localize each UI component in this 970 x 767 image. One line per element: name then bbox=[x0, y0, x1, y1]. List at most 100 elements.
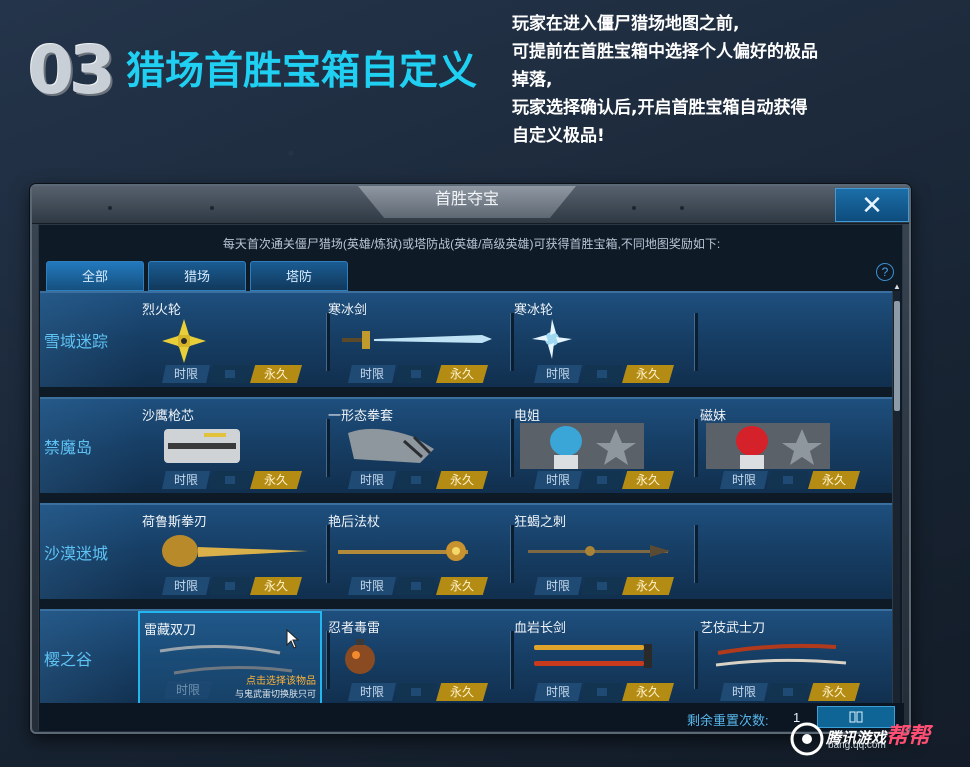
reward-item[interactable]: 寒冰剑 时限 永久 bbox=[324, 293, 508, 387]
intro-text: 每天首次通关僵尸猎场(英雄/炼狱)或塔防战(英雄/高级英雄)可获得首胜宝箱,不同… bbox=[222, 237, 721, 251]
dialog-title: 首胜夺宝 bbox=[358, 186, 576, 218]
help-icon[interactable]: ? bbox=[876, 263, 894, 281]
map-name: 沙漠迷城 bbox=[40, 505, 144, 599]
puzzle-icon bbox=[582, 577, 622, 595]
reward-item[interactable]: 寒冰轮 时限 永久 bbox=[510, 293, 694, 387]
reward-item[interactable]: 电姐 时限 永久 bbox=[510, 399, 694, 493]
divider bbox=[694, 525, 698, 583]
reward-list: 雪域迷踪 烈火轮 时限 永久 寒冰剑 时限 永久 寒冰轮 时限 永久 禁魔岛 沙… bbox=[40, 291, 892, 703]
item-name: 一形态拳套 bbox=[328, 408, 394, 423]
description-line: 玩家在进入僵尸猎场地图之前, bbox=[512, 14, 740, 34]
tag-permanent[interactable]: 永久 bbox=[250, 365, 302, 383]
dialog-footer: 剩余重置次数: 1 bbox=[39, 703, 904, 731]
item-name: 荷鲁斯拳刃 bbox=[142, 514, 208, 529]
selection-note: 与鬼武雷切换肤只可 bbox=[234, 689, 316, 699]
scroll-up-icon[interactable]: ▲ bbox=[892, 283, 902, 291]
reward-item-selected[interactable]: 雷藏双刀 时限 点击选择该物品 与鬼武雷切换肤只可 bbox=[138, 611, 322, 703]
section-description: 玩家在进入僵尸猎场地图之前, 可提前在首胜宝箱中选择个人偏好的极品 掉落, 玩家… bbox=[512, 10, 912, 150]
tab-hunt[interactable]: 猎场 bbox=[148, 261, 246, 291]
tag-limited[interactable]: 时限 bbox=[348, 471, 396, 489]
tag-limited[interactable]: 时限 bbox=[720, 683, 768, 701]
tag-permanent[interactable]: 永久 bbox=[622, 365, 674, 383]
tag-permanent[interactable]: 永久 bbox=[250, 577, 302, 595]
reward-item[interactable]: 艳后法杖 时限 永久 bbox=[324, 505, 508, 599]
tag-limited[interactable]: 时限 bbox=[162, 365, 210, 383]
map-row: 樱之谷 雷藏双刀 时限 点击选择该物品 与鬼武雷切换肤只可 忍者毒雷 时限 永久… bbox=[40, 609, 892, 703]
watermark-logo: 腾讯游戏帮帮 bang.qq.com bbox=[790, 718, 960, 760]
item-name: 忍者毒雷 bbox=[328, 620, 381, 635]
tag-limited[interactable]: 时限 bbox=[534, 577, 582, 595]
puzzle-icon bbox=[768, 471, 808, 489]
tag-permanent[interactable]: 永久 bbox=[436, 365, 488, 383]
item-name: 磁妹 bbox=[700, 408, 727, 423]
puzzle-icon bbox=[396, 577, 436, 595]
reward-item[interactable]: 荷鲁斯拳刃 时限 永久 bbox=[138, 505, 322, 599]
reward-item[interactable]: 狂蝎之刺 时限 永久 bbox=[510, 505, 694, 599]
character-electra-image bbox=[520, 423, 644, 469]
selection-tip: 点击选择该物品 bbox=[246, 676, 316, 687]
tag-permanent[interactable]: 永久 bbox=[808, 471, 860, 489]
ninja-grenade-image bbox=[345, 639, 375, 674]
reward-item[interactable]: 艺伎武士刀 时限 永久 bbox=[696, 611, 880, 703]
tab-all[interactable]: 全部 bbox=[46, 261, 144, 291]
tag-limited[interactable]: 时限 bbox=[534, 365, 582, 383]
reward-item[interactable]: 沙鹰枪芯 时限 永久 bbox=[138, 399, 322, 493]
ice-wheel-image bbox=[532, 319, 572, 359]
tag-permanent[interactable]: 永久 bbox=[808, 683, 860, 701]
scroll-thumb[interactable] bbox=[894, 301, 900, 411]
reward-item[interactable]: 磁妹 时限 永久 bbox=[696, 399, 880, 493]
reward-item[interactable]: 烈火轮 时限 永久 bbox=[138, 293, 322, 387]
puzzle-icon bbox=[582, 471, 622, 489]
tag-permanent[interactable]: 永久 bbox=[436, 683, 488, 701]
dialog-body: 每天首次通关僵尸猎场(英雄/炼狱)或塔防战(英雄/高级英雄)可获得首胜宝箱,不同… bbox=[38, 224, 904, 731]
reward-item[interactable]: 忍者毒雷 时限 永久 bbox=[324, 611, 508, 703]
item-name: 电姐 bbox=[514, 408, 541, 423]
item-name: 艺伎武士刀 bbox=[700, 620, 766, 635]
tag-limited[interactable]: 时限 bbox=[348, 577, 396, 595]
reward-item[interactable]: 一形态拳套 时限 永久 bbox=[324, 399, 508, 493]
tag-limited[interactable]: 时限 bbox=[348, 683, 396, 701]
scorpion-sting-image bbox=[528, 545, 670, 557]
scrollbar[interactable]: ▲ ▼ bbox=[892, 283, 901, 711]
tag-permanent[interactable]: 永久 bbox=[622, 471, 674, 489]
section-title: 猎场首胜宝箱自定义 bbox=[126, 49, 478, 94]
reset-label: 剩余重置次数: bbox=[687, 713, 769, 728]
eagle-core-image bbox=[164, 429, 240, 463]
horus-blade-image bbox=[162, 535, 308, 567]
puzzle-icon bbox=[396, 683, 436, 701]
puzzle-icon bbox=[582, 683, 622, 701]
dialog-titlebar: 首胜夺宝 ✕ bbox=[32, 186, 909, 224]
tag-permanent[interactable]: 永久 bbox=[436, 471, 488, 489]
tag-limited[interactable]: 时限 bbox=[162, 577, 210, 595]
tab-bar: 全部 猎场 塔防 bbox=[46, 261, 348, 291]
watermark-url: bang.qq.com bbox=[828, 740, 886, 751]
map-name: 雪域迷踪 bbox=[40, 293, 144, 387]
tag-limited[interactable]: 时限 bbox=[534, 471, 582, 489]
tag-limited[interactable]: 时限 bbox=[534, 683, 582, 701]
tag-limited[interactable]: 时限 bbox=[720, 471, 768, 489]
item-name: 寒冰轮 bbox=[514, 302, 554, 317]
tab-tower-defense[interactable]: 塔防 bbox=[250, 261, 348, 291]
item-name: 寒冰剑 bbox=[328, 302, 368, 317]
tag-limited[interactable]: 时限 bbox=[164, 681, 212, 699]
queen-staff-image bbox=[338, 541, 468, 561]
reward-item[interactable]: 血岩长剑 时限 永久 bbox=[510, 611, 694, 703]
tag-limited[interactable]: 时限 bbox=[348, 365, 396, 383]
tag-permanent[interactable]: 永久 bbox=[622, 683, 674, 701]
tag-limited[interactable]: 时限 bbox=[162, 471, 210, 489]
item-name: 狂蝎之刺 bbox=[514, 514, 567, 529]
tag-permanent[interactable]: 永久 bbox=[622, 577, 674, 595]
close-icon: ✕ bbox=[861, 190, 883, 220]
close-button[interactable]: ✕ bbox=[835, 188, 909, 222]
gamepad-logo-icon bbox=[790, 722, 824, 756]
puzzle-icon bbox=[210, 471, 250, 489]
map-row: 沙漠迷城 荷鲁斯拳刃 时限 永久 艳后法杖 时限 永久 狂蝎之刺 时限 永久 bbox=[40, 503, 892, 599]
gauntlet-image bbox=[348, 428, 434, 463]
tag-permanent[interactable]: 永久 bbox=[436, 577, 488, 595]
tag-permanent[interactable]: 永久 bbox=[250, 471, 302, 489]
item-name: 血岩长剑 bbox=[514, 620, 567, 635]
puzzle-icon bbox=[210, 365, 250, 383]
item-name: 雷藏双刀 bbox=[144, 622, 197, 637]
puzzle-icon bbox=[768, 683, 808, 701]
map-name: 樱之谷 bbox=[40, 611, 144, 703]
